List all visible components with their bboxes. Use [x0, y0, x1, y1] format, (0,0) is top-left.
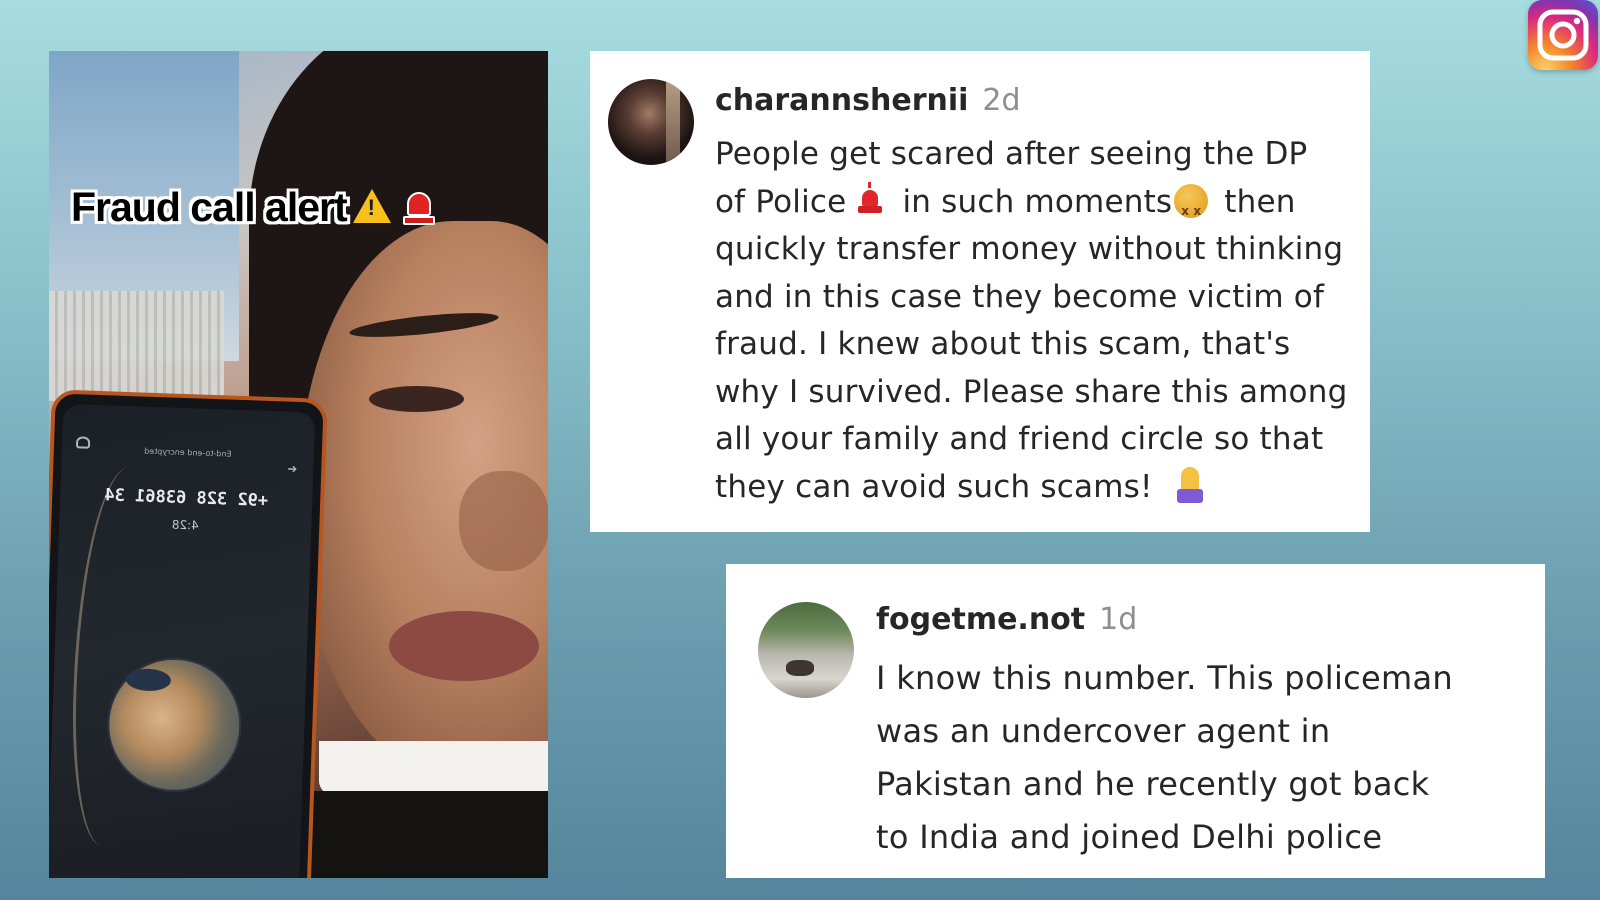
fraud-alert-text: Fraud call alert [71, 184, 348, 230]
arrow-icon: ➜ [287, 461, 298, 476]
comment-header: charannshernii 2d [715, 83, 1021, 118]
comment-text-part: then quickly transfer money without thin… [715, 183, 1348, 505]
person-eye [369, 386, 464, 412]
comment-time: 1d [1099, 602, 1138, 637]
instagram-logo-icon [1528, 0, 1598, 70]
username[interactable]: fogetme.not [876, 602, 1085, 637]
person-lips [389, 611, 539, 681]
siren-icon [402, 190, 435, 226]
comment-card: charannshernii 2d People get scared after… [590, 51, 1370, 532]
comment-text-part: in such moments [902, 183, 1173, 220]
comment-text: I know this number. This policeman was a… [876, 659, 1453, 856]
police-siren-icon [856, 181, 884, 216]
comment-text: People get scared after seeing the DP of… [715, 131, 1365, 511]
e2e-label: End-to-end encrypted [143, 446, 232, 459]
warning-icon: ! [352, 188, 391, 223]
video-frame: ➜ End-to-end encrypted +92 328 63861 34 … [49, 51, 548, 878]
phone-showing-call: ➜ End-to-end encrypted +92 328 63861 34 … [49, 389, 328, 878]
avatar[interactable] [608, 79, 694, 165]
person-shirt [299, 791, 548, 878]
caller-number: +92 328 63861 34 [104, 485, 269, 511]
phone-screen: ➜ End-to-end encrypted +92 328 63861 34 … [49, 403, 316, 878]
fraud-alert-caption: Fraud call alert ! [71, 184, 435, 231]
folded-hands-icon [1176, 466, 1203, 505]
comment-card: fogetme.not 1d I know this number. This p… [726, 564, 1545, 878]
username[interactable]: charannshernii [715, 83, 968, 118]
avatar[interactable] [758, 602, 854, 698]
comment-header: fogetme.not 1d [876, 602, 1137, 637]
person-nose [459, 471, 548, 571]
background-air-conditioner [49, 291, 224, 401]
angry-face-icon [1174, 183, 1209, 235]
comment-time: 2d [982, 83, 1021, 118]
